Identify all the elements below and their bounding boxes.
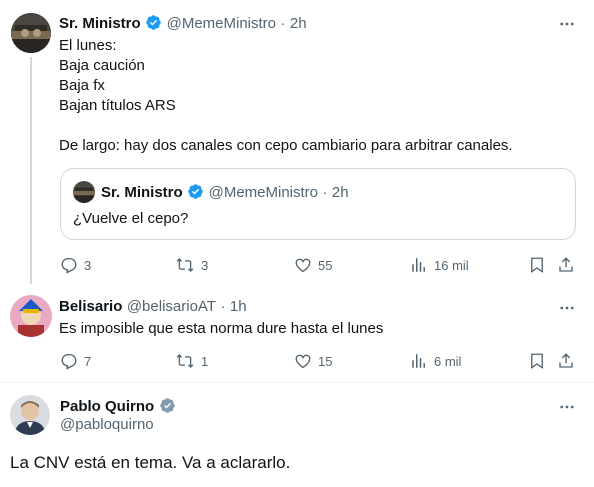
timestamp[interactable]: 1h [230, 298, 247, 315]
text-line: Baja fx [59, 77, 105, 94]
tweet-header: Sr. Ministro @MemeMinistro · 2h [59, 14, 307, 33]
quoted-header: Sr. Ministro @MemeMinistro · 2h [101, 183, 349, 202]
retweet-button[interactable]: 3 [175, 256, 208, 274]
quoted-timestamp: 2h [331, 184, 349, 201]
reply-button[interactable]: 3 [60, 256, 91, 274]
views-icon [412, 258, 425, 272]
author-name[interactable]: Belisario [59, 298, 122, 315]
like-icon [295, 258, 311, 273]
more-icon [560, 405, 574, 409]
bookmark-icon [531, 353, 543, 370]
like-button[interactable]: 55 [294, 256, 332, 274]
avatar-image [11, 13, 51, 53]
more-button[interactable] [557, 298, 577, 318]
quoted-author-name: Sr. Ministro [101, 184, 183, 201]
like-button[interactable]: 15 [294, 352, 332, 370]
author-handle[interactable]: @pabloquirno [60, 416, 154, 433]
avatar[interactable] [10, 395, 50, 435]
share-icon [559, 257, 573, 272]
verified-badge-icon [146, 15, 161, 30]
verified-badge-icon [188, 184, 203, 199]
views-button[interactable]: 6 mil [410, 352, 461, 370]
avatar-image [10, 295, 52, 337]
author-name[interactable]: Sr. Ministro [59, 15, 141, 32]
text-line: Baja caución [59, 57, 145, 74]
quoted-text: ¿Vuelve el cepo? [73, 210, 189, 227]
tweet-text: La CNV está en tema. Va a aclararlo. [10, 453, 291, 472]
share-icon [559, 353, 573, 368]
tweet-text: El lunes: Baja caución Baja fx Bajan tít… [59, 36, 579, 156]
reply-button[interactable]: 7 [60, 352, 91, 370]
author-name[interactable]: Pablo Quirno [60, 398, 154, 415]
reply-count: 7 [84, 353, 92, 369]
retweet-icon [176, 354, 194, 368]
like-icon [295, 354, 311, 369]
separator: · [322, 184, 328, 201]
author-handle[interactable]: @MemeMinistro [167, 15, 276, 32]
author-handle[interactable]: @belisarioAT [127, 298, 216, 315]
bookmark-icon [531, 257, 543, 274]
verified-badge-icon [159, 398, 175, 413]
retweet-count: 3 [201, 257, 209, 273]
avatar[interactable] [11, 13, 51, 53]
text-line: Bajan títulos ARS [59, 97, 176, 114]
tweet-text: Es imposible que esta norma dure hasta e… [59, 320, 384, 337]
separator: · [280, 15, 286, 32]
more-icon [560, 306, 574, 310]
bookmark-button[interactable] [528, 352, 546, 370]
reply-count: 3 [84, 257, 92, 273]
separator: · [220, 298, 226, 315]
reply-icon [61, 257, 77, 274]
text-line: De largo: hay dos canales con cepo cambi… [59, 137, 513, 154]
quoted-avatar [73, 181, 95, 203]
avatar-image [10, 395, 50, 435]
share-button[interactable] [557, 352, 575, 370]
views-icon [412, 354, 425, 368]
retweet-count: 1 [201, 353, 209, 369]
retweet-icon [176, 258, 194, 272]
more-button[interactable] [557, 397, 577, 417]
divider [0, 382, 594, 383]
views-button[interactable]: 16 mil [410, 256, 469, 274]
tweet-header: Pablo Quirno [60, 397, 176, 416]
quoted-tweet[interactable]: Sr. Ministro @MemeMinistro · 2h ¿Vuelve … [60, 168, 576, 240]
views-count: 16 mil [434, 257, 469, 273]
text-line: El lunes: [59, 37, 117, 54]
like-count: 15 [318, 353, 333, 369]
more-icon [560, 22, 574, 26]
reply-icon [61, 353, 77, 370]
quoted-handle: @MemeMinistro [208, 184, 319, 201]
text-line [59, 116, 579, 136]
like-count: 55 [318, 257, 333, 273]
tweet-header: Belisario @belisarioAT · 1h [59, 298, 247, 316]
share-button[interactable] [557, 256, 575, 274]
bookmark-button[interactable] [528, 256, 546, 274]
avatar[interactable] [10, 295, 52, 337]
retweet-button[interactable]: 1 [175, 352, 208, 370]
timestamp[interactable]: 2h [290, 15, 307, 32]
more-button[interactable] [557, 14, 577, 34]
thread-line [30, 57, 32, 284]
views-count: 6 mil [434, 353, 462, 369]
